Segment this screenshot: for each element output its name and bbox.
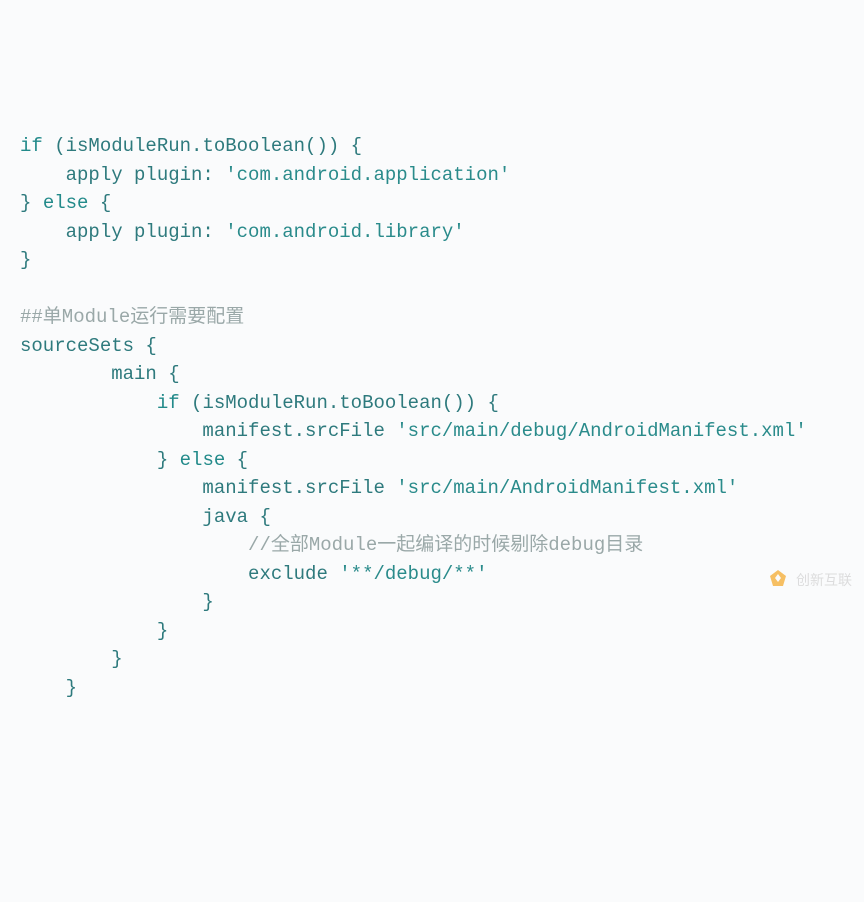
- string-literal: 'src/main/AndroidManifest.xml': [396, 477, 738, 499]
- brace-close: }: [20, 677, 77, 699]
- brace-close: }: [20, 620, 168, 642]
- brace-close: }: [20, 648, 123, 670]
- manifest-line: manifest.srcFile: [20, 420, 396, 442]
- brace-open: {: [225, 449, 248, 471]
- watermark-text: 创新互联: [796, 570, 852, 591]
- comment-line: //全部Module一起编译的时候剔除debug目录: [20, 534, 643, 556]
- keyword-else: else: [180, 449, 226, 471]
- main-open: main {: [20, 363, 180, 385]
- sourcesets-open: sourceSets {: [20, 335, 157, 357]
- watermark: 创新互联: [766, 568, 852, 592]
- string-literal: '**/debug/**': [339, 563, 487, 585]
- code-block: if (isModuleRun.toBoolean()) { apply plu…: [20, 132, 844, 702]
- brace-open: {: [88, 192, 111, 214]
- brace-close: }: [20, 192, 43, 214]
- keyword-if: if: [157, 392, 180, 414]
- keyword-else: else: [43, 192, 89, 214]
- condition: (isModuleRun.toBoolean()) {: [43, 135, 362, 157]
- string-literal: 'src/main/debug/AndroidManifest.xml': [396, 420, 806, 442]
- brace-close: }: [20, 591, 214, 613]
- keyword-if: if: [20, 135, 43, 157]
- manifest-line: manifest.srcFile: [20, 477, 396, 499]
- exclude-line: exclude: [20, 563, 339, 585]
- indent: [20, 392, 157, 414]
- apply-plugin-line: apply plugin:: [20, 221, 225, 243]
- java-open: java {: [20, 506, 271, 528]
- string-literal: 'com.android.library': [225, 221, 464, 243]
- brace-close: }: [20, 249, 31, 271]
- condition: (isModuleRun.toBoolean()) {: [180, 392, 499, 414]
- comment-line: ##单Module运行需要配置: [20, 306, 244, 328]
- brace-close: }: [20, 449, 180, 471]
- watermark-icon: [766, 568, 790, 592]
- string-literal: 'com.android.application': [225, 164, 510, 186]
- apply-plugin-line: apply plugin:: [20, 164, 225, 186]
